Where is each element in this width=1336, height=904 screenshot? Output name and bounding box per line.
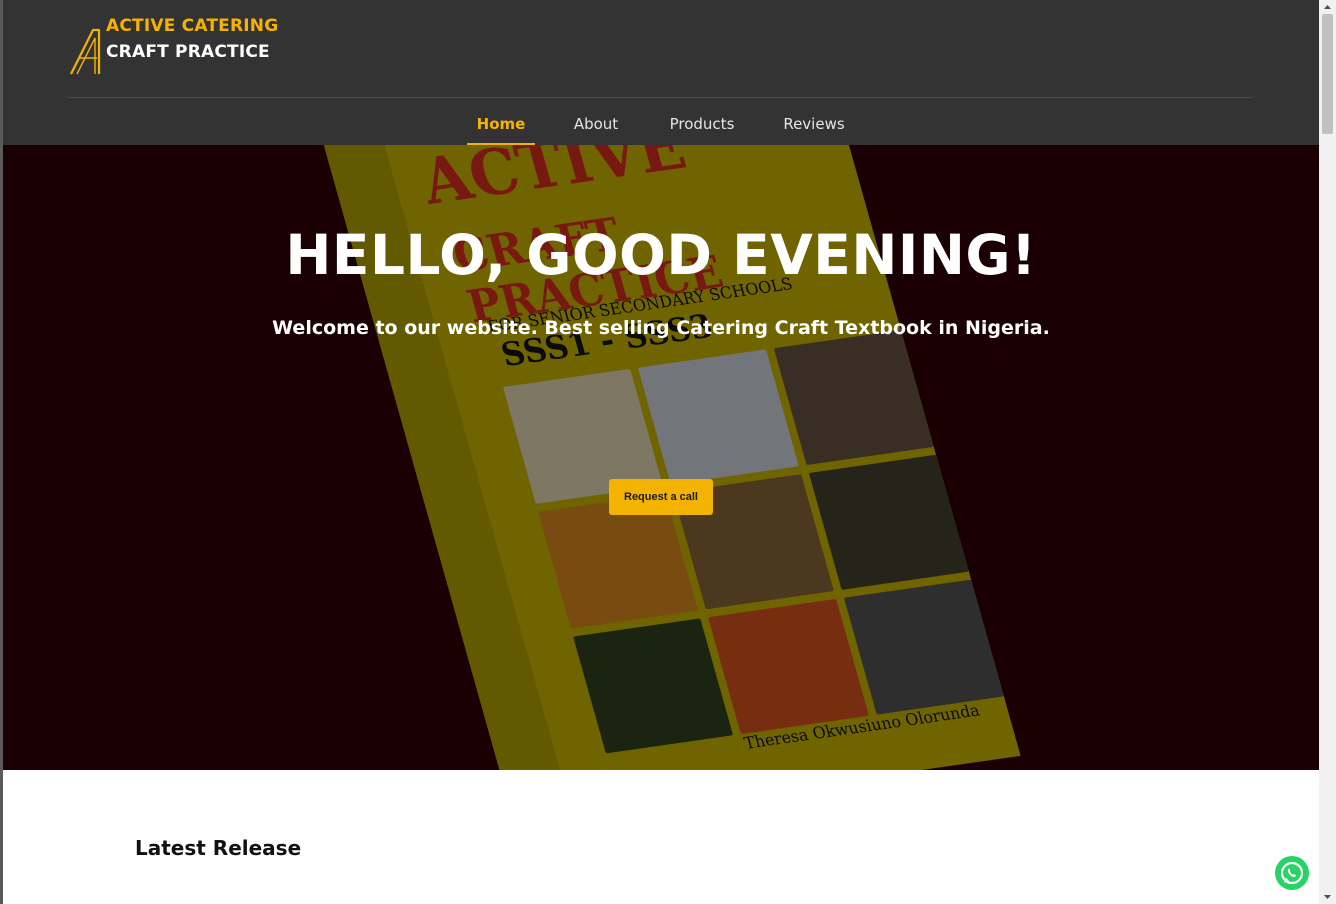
nav-home[interactable]: Home bbox=[467, 98, 535, 145]
book-photo bbox=[638, 349, 799, 485]
site-logo[interactable]: ACTIVE CATERING CRAFT PRACTICE bbox=[67, 16, 307, 80]
main-nav: Home About Products Reviews bbox=[3, 98, 1319, 145]
scroll-down-arrow-icon[interactable] bbox=[1319, 890, 1336, 904]
request-call-button[interactable]: Request a call bbox=[609, 479, 713, 515]
site-header: ACTIVE CATERING CRAFT PRACTICE Home Abou… bbox=[3, 0, 1319, 145]
book-photo bbox=[808, 454, 969, 590]
book-photo-grid bbox=[502, 330, 1004, 754]
book-photo bbox=[773, 330, 934, 466]
nav-about[interactable]: About bbox=[563, 98, 629, 143]
nav-reviews[interactable]: Reviews bbox=[775, 98, 853, 143]
scroll-up-arrow-icon[interactable] bbox=[1319, 0, 1336, 14]
book-photo bbox=[843, 579, 1004, 715]
book-photo bbox=[708, 598, 869, 735]
book-photo bbox=[573, 618, 734, 754]
scrollbar-thumb[interactable] bbox=[1322, 14, 1333, 134]
nav-products[interactable]: Products bbox=[659, 98, 745, 143]
page: ACTIVE CATERING CRAFT PRACTICE Home Abou… bbox=[3, 0, 1319, 904]
whatsapp-button[interactable] bbox=[1275, 856, 1309, 890]
page-scrollbar[interactable] bbox=[1319, 0, 1336, 904]
latest-release-heading: Latest Release bbox=[135, 836, 302, 860]
brand-line-2: CRAFT PRACTICE bbox=[106, 42, 270, 62]
hero-subtitle: Welcome to our website. Best selling Cat… bbox=[272, 317, 1050, 339]
brand-line-1: ACTIVE CATERING bbox=[106, 16, 279, 36]
whatsapp-icon bbox=[1280, 861, 1304, 885]
logo-a-icon bbox=[70, 28, 101, 75]
hero-section: ACTIVE CRAFT PRACTICE FOR SENIOR SECONDA… bbox=[3, 145, 1319, 770]
hero-greeting: HELLO, GOOD EVENING! bbox=[285, 223, 1037, 287]
